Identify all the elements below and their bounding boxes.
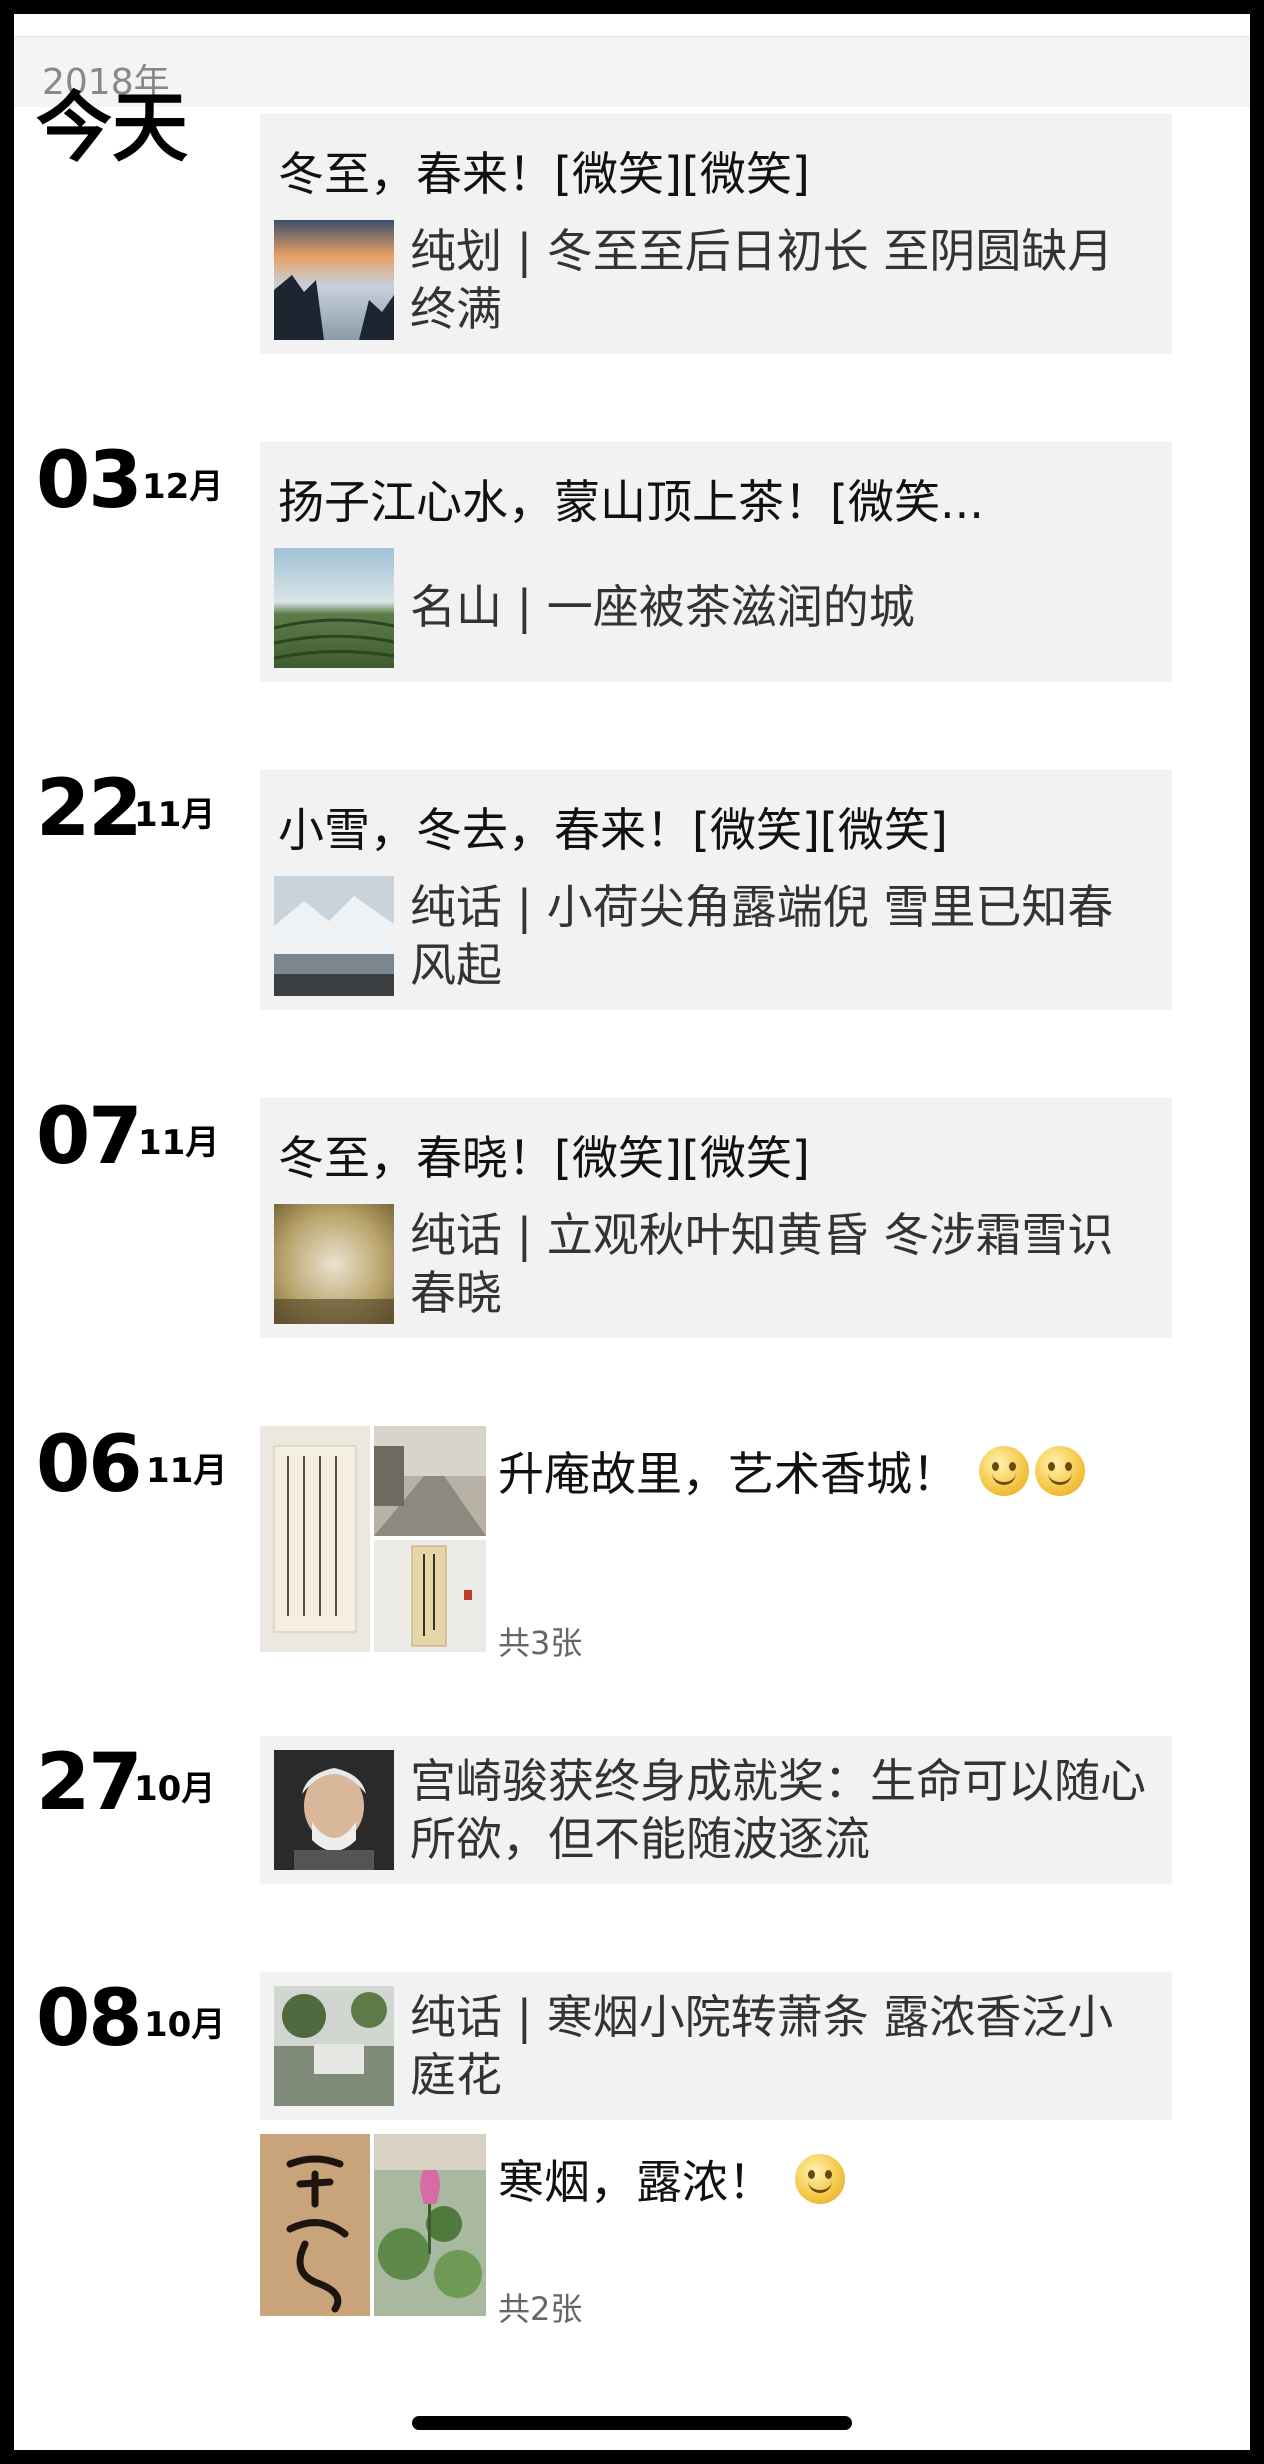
date-month: 12月 [142,467,224,507]
portrait-thumbnail [274,1750,394,1870]
shared-article-card[interactable]: 纯话 | 寒烟小院转萧条 露浓香泛小庭花 [260,1972,1172,2120]
article-title: 宫崎骏获终身成就奖：生命可以随心所欲，但不能随波逐流 [410,1754,1146,1866]
post-text-content: 寒烟，露浓！ [498,2155,774,2209]
article-title: 纯话 | 小荷尖角露端倪 雪里已知春风起 [410,880,1114,992]
courtyard-thumbnail [274,1986,394,2106]
post-caption: 冬至，春来！[微笑][微笑] [278,147,810,201]
article-title: 纯话 | 立观秋叶知黄昏 冬涉霜雪识春晓 [410,1208,1114,1320]
post-text: 升庵故里，艺术香城！ [498,1438,1085,1504]
shared-article-card[interactable]: 冬至，春来！[微笑][微笑] 纯划 | 冬至至后日初长 至阴圆缺月终满 [260,114,1172,354]
smile-emoji-icon [978,1446,1029,1496]
smile-emoji-icon [794,2154,845,2204]
post-text: 寒烟，露浓！ [498,2146,845,2212]
home-indicator[interactable] [412,2416,852,2430]
shared-article-card[interactable]: 宫崎骏获终身成就奖：生命可以随心所欲，但不能随波逐流 [260,1736,1172,1884]
calligraphy-photo[interactable] [260,2134,370,2316]
date-month: 10月 [144,2005,226,2045]
snow-mountain-thumbnail [274,876,394,996]
post-text-content: 升庵故里，艺术香城！ [498,1447,958,1501]
date-month: 11月 [134,795,216,835]
shared-article-card[interactable]: 冬至，春晓！[微笑][微笑] 纯话 | 立观秋叶知黄昏 冬涉霜雪识春晓 [260,1098,1172,1338]
date-day: 03 [36,436,143,526]
hanging-scroll-photo[interactable] [374,1540,486,1652]
date-day: 06 [36,1420,143,1510]
shared-article-card[interactable]: 小雪，冬去，春来！[微笑][微笑] 纯话 | 小荷尖角露端倪 雪里已知春风起 [260,770,1172,1010]
date-day: 22 [36,764,143,854]
year-header: 2018年 [14,36,1250,107]
lotus-photo[interactable] [374,2134,486,2316]
article-title: 纯划 | 冬至至后日初长 至阴圆缺月终满 [410,224,1114,336]
calligraphy-scroll-photo[interactable] [260,1426,370,1652]
date-day: 07 [36,1092,143,1182]
article-title: 名山 | 一座被茶滋润的城 [410,580,915,634]
ancient-street-photo[interactable] [374,1426,486,1536]
date-today: 今天 [36,83,188,172]
date-month: 10月 [134,1769,216,1809]
date-day: 27 [36,1738,143,1828]
date-month: 11月 [138,1123,220,1163]
smile-emoji-icon [1034,1446,1085,1496]
timeline-screen: 2018年 今天 冬至，春来！[微笑][微笑] 纯划 | 冬至至后日初长 至阴圆… [14,14,1250,2450]
shared-article-card[interactable]: 扬子江心水，蒙山顶上茶！[微笑... 名山 | 一座被茶滋润的城 [260,442,1172,682]
post-caption: 冬至，春晓！[微笑][微笑] [278,1131,810,1185]
article-title: 纯话 | 寒烟小院转萧条 露浓香泛小庭花 [410,1990,1114,2102]
photo-count: 共2张 [498,2290,583,2328]
date-day: 08 [36,1974,143,2064]
photo-count: 共3张 [498,1624,583,1662]
misty-autumn-thumbnail [274,1204,394,1324]
sunrise-mountain-thumbnail [274,220,394,340]
tea-field-thumbnail [274,548,394,668]
post-caption: 扬子江心水，蒙山顶上茶！[微笑... [278,475,984,529]
post-caption: 小雪，冬去，春来！[微笑][微笑] [278,803,948,857]
date-month: 11月 [146,1451,228,1491]
